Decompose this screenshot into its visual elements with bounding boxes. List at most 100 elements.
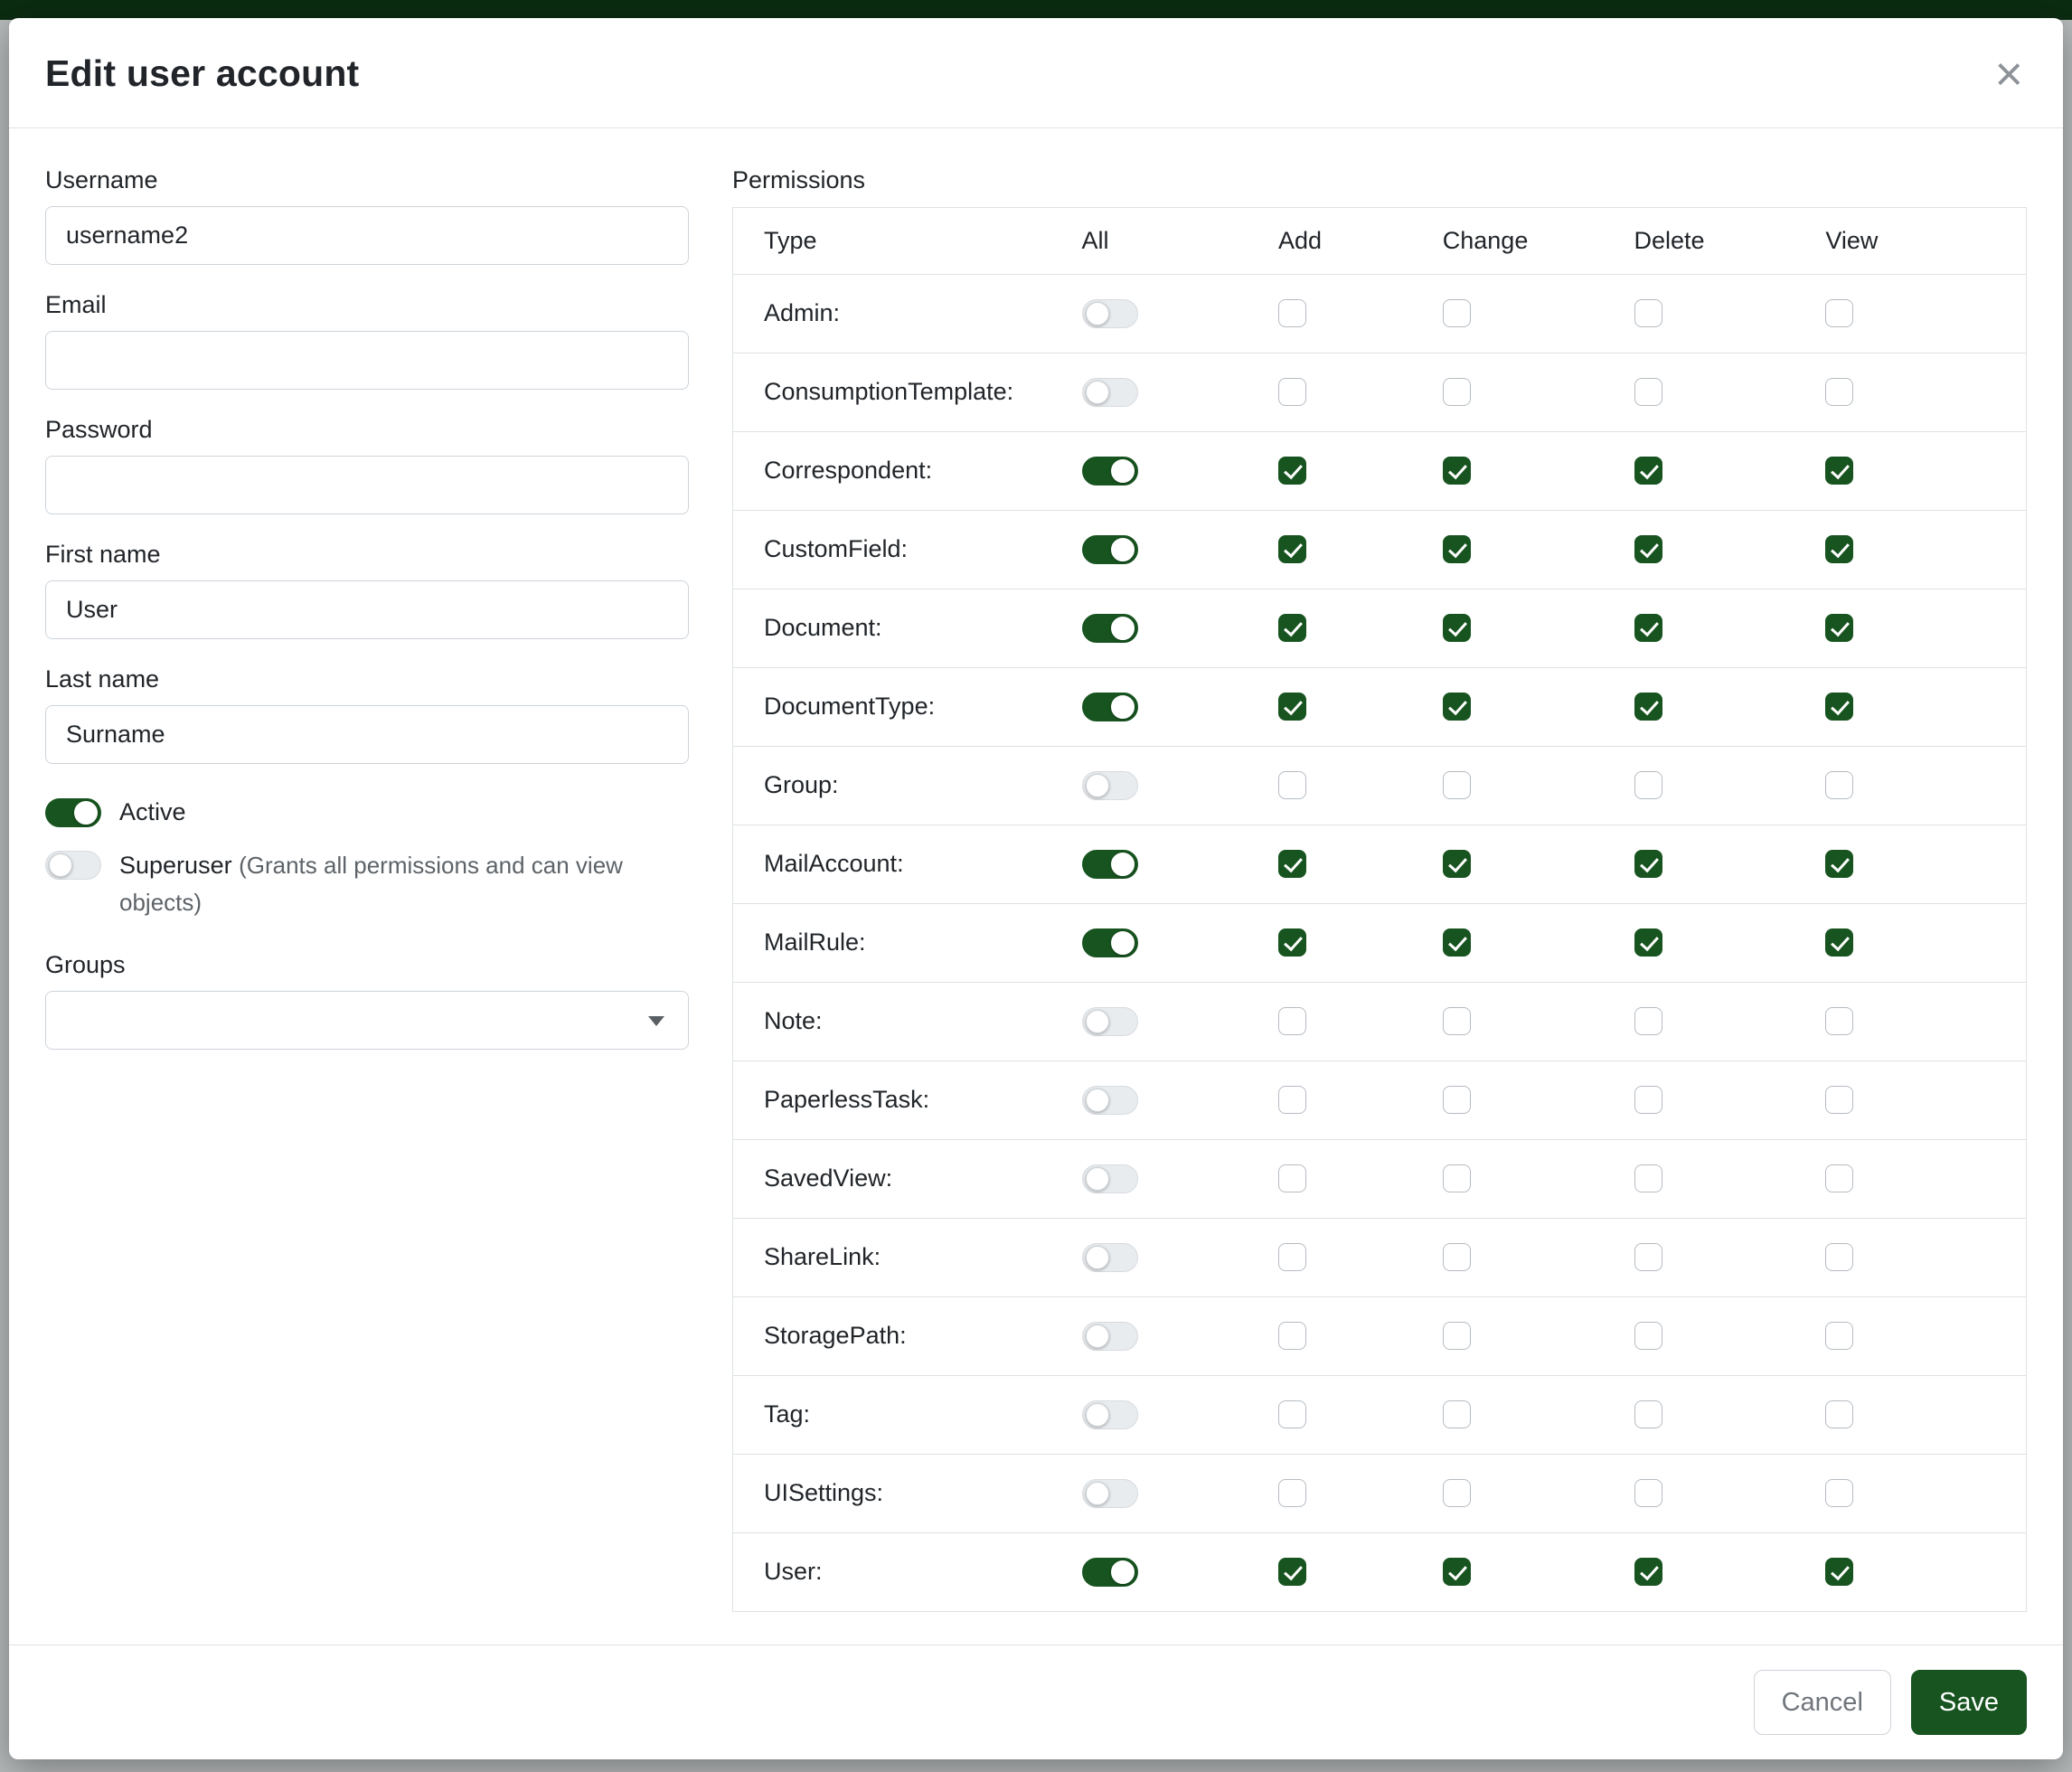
permission-change-checkbox[interactable] [1443,457,1471,485]
permission-change-checkbox[interactable] [1443,928,1471,957]
permission-add-checkbox[interactable] [1278,299,1306,327]
permission-add-checkbox[interactable] [1278,693,1306,721]
permission-view-checkbox[interactable] [1825,614,1853,642]
permission-delete-checkbox[interactable] [1634,1164,1662,1192]
permission-view-checkbox[interactable] [1825,1322,1853,1350]
permission-view-checkbox[interactable] [1825,693,1853,721]
permission-delete-checkbox[interactable] [1634,693,1662,721]
permission-delete-checkbox[interactable] [1634,1086,1662,1114]
permission-view-checkbox[interactable] [1825,850,1853,878]
permission-add-checkbox[interactable] [1278,1164,1306,1192]
permission-view-checkbox[interactable] [1825,771,1853,799]
permission-delete-checkbox[interactable] [1634,299,1662,327]
permission-delete-checkbox[interactable] [1634,1558,1662,1586]
permission-change-checkbox[interactable] [1443,1164,1471,1192]
permission-change-checkbox[interactable] [1443,299,1471,327]
permission-all-toggle[interactable] [1082,693,1138,721]
permission-view-checkbox[interactable] [1825,1164,1853,1192]
permission-add-checkbox[interactable] [1278,457,1306,485]
permission-add-checkbox[interactable] [1278,1086,1306,1114]
permission-delete-checkbox[interactable] [1634,535,1662,563]
permission-delete-checkbox[interactable] [1634,928,1662,957]
permission-all-toggle[interactable] [1082,1322,1138,1351]
permission-view-checkbox[interactable] [1825,928,1853,957]
permission-delete-checkbox[interactable] [1634,378,1662,406]
permission-view-checkbox[interactable] [1825,1086,1853,1114]
permission-change-checkbox[interactable] [1443,850,1471,878]
password-field[interactable] [45,456,689,514]
permission-all-toggle[interactable] [1082,614,1138,643]
permission-all-toggle[interactable] [1082,457,1138,485]
permission-all-toggle[interactable] [1082,1243,1138,1272]
superuser-toggle[interactable] [45,851,101,880]
modal-body: Username Email Password First name Last … [9,128,2063,1645]
permissions-section: Permissions Type All Add Change Delete V… [732,166,2027,1645]
permission-all-toggle[interactable] [1082,1086,1138,1115]
cancel-button[interactable]: Cancel [1754,1670,1891,1735]
permission-delete-checkbox[interactable] [1634,614,1662,642]
permission-all-toggle[interactable] [1082,771,1138,800]
permission-delete-checkbox[interactable] [1634,850,1662,878]
permission-view-checkbox[interactable] [1825,299,1853,327]
permission-all-toggle[interactable] [1082,299,1138,328]
permission-change-checkbox[interactable] [1443,1007,1471,1035]
permission-type-label: MailRule: [733,903,1051,982]
permission-add-checkbox[interactable] [1278,1322,1306,1350]
permission-view-checkbox[interactable] [1825,457,1853,485]
permission-delete-checkbox[interactable] [1634,457,1662,485]
permission-view-checkbox[interactable] [1825,1558,1853,1586]
permission-change-checkbox[interactable] [1443,1322,1471,1350]
permission-change-checkbox[interactable] [1443,1479,1471,1507]
permission-delete-checkbox[interactable] [1634,1243,1662,1271]
permission-all-toggle[interactable] [1082,1479,1138,1508]
permission-add-checkbox[interactable] [1278,1400,1306,1428]
permission-all-toggle[interactable] [1082,1164,1138,1193]
permission-all-toggle[interactable] [1082,535,1138,564]
groups-select[interactable] [45,991,689,1050]
permission-change-checkbox[interactable] [1443,378,1471,406]
permission-add-checkbox[interactable] [1278,1007,1306,1035]
groups-label: Groups [45,951,689,979]
permission-delete-checkbox[interactable] [1634,1322,1662,1350]
username-input[interactable] [45,206,689,265]
permission-delete-checkbox[interactable] [1634,1479,1662,1507]
permission-view-checkbox[interactable] [1825,535,1853,563]
permission-change-checkbox[interactable] [1443,1243,1471,1271]
permission-all-toggle[interactable] [1082,850,1138,879]
permission-change-checkbox[interactable] [1443,535,1471,563]
permission-add-checkbox[interactable] [1278,535,1306,563]
permission-view-checkbox[interactable] [1825,378,1853,406]
active-toggle[interactable] [45,798,101,827]
permission-add-checkbox[interactable] [1278,928,1306,957]
email-field[interactable] [45,331,689,390]
first-name-field[interactable] [45,580,689,639]
permission-add-checkbox[interactable] [1278,771,1306,799]
last-name-field[interactable] [45,705,689,764]
permission-all-toggle[interactable] [1082,1400,1138,1429]
permission-add-checkbox[interactable] [1278,1558,1306,1586]
permission-all-toggle[interactable] [1082,928,1138,957]
permission-view-checkbox[interactable] [1825,1007,1853,1035]
permission-view-checkbox[interactable] [1825,1400,1853,1428]
permission-add-checkbox[interactable] [1278,1479,1306,1507]
permission-add-checkbox[interactable] [1278,850,1306,878]
permission-delete-checkbox[interactable] [1634,1400,1662,1428]
permission-all-toggle[interactable] [1082,1007,1138,1036]
permission-change-checkbox[interactable] [1443,1400,1471,1428]
permission-change-checkbox[interactable] [1443,771,1471,799]
permission-all-toggle[interactable] [1082,1558,1138,1587]
permission-change-checkbox[interactable] [1443,1558,1471,1586]
permission-change-checkbox[interactable] [1443,693,1471,721]
permission-add-checkbox[interactable] [1278,1243,1306,1271]
permission-change-checkbox[interactable] [1443,1086,1471,1114]
permission-change-checkbox[interactable] [1443,614,1471,642]
save-button[interactable]: Save [1911,1670,2027,1735]
permission-add-checkbox[interactable] [1278,378,1306,406]
permission-view-checkbox[interactable] [1825,1243,1853,1271]
permission-add-checkbox[interactable] [1278,614,1306,642]
permission-delete-checkbox[interactable] [1634,771,1662,799]
close-icon[interactable]: × [1994,52,2023,97]
permission-view-checkbox[interactable] [1825,1479,1853,1507]
permission-all-toggle[interactable] [1082,378,1138,407]
permission-delete-checkbox[interactable] [1634,1007,1662,1035]
